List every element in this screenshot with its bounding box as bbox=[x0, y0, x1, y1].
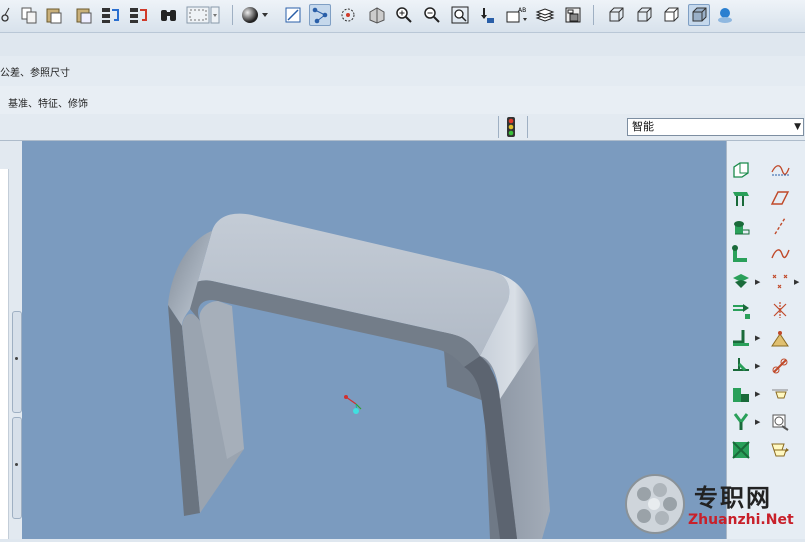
model-tree-panel bbox=[0, 141, 23, 539]
draft-flyout-arrow-icon[interactable]: ▶ bbox=[755, 390, 760, 398]
datum-point-icon[interactable] bbox=[769, 271, 791, 293]
named-views-icon[interactable] bbox=[366, 4, 388, 26]
ribbon-text-datum: 基准、特征、修饰 bbox=[8, 99, 88, 110]
paste-special-icon[interactable] bbox=[73, 4, 95, 26]
datum-point-flyout-arrow-icon[interactable]: ▶ bbox=[794, 278, 799, 286]
chevron-down-icon: ▼ bbox=[794, 122, 801, 132]
blend-icon[interactable] bbox=[730, 271, 752, 293]
find-icon[interactable] bbox=[158, 4, 180, 26]
round-flyout-arrow-icon[interactable]: ▶ bbox=[755, 418, 760, 426]
shading-icon[interactable] bbox=[688, 4, 710, 26]
rib-icon[interactable] bbox=[730, 355, 752, 377]
merge-icon[interactable] bbox=[769, 439, 791, 461]
shading-sphere-icon[interactable] bbox=[240, 4, 270, 26]
cut-icon[interactable] bbox=[0, 4, 16, 26]
main-toolbar: AB bbox=[0, 0, 805, 33]
mirror-icon[interactable] bbox=[769, 355, 791, 377]
extrude-icon[interactable] bbox=[730, 187, 752, 209]
watermark-en-text: Zhuanzhi.Net bbox=[688, 512, 794, 528]
csys-icon[interactable] bbox=[769, 299, 791, 321]
repaint-icon[interactable] bbox=[282, 4, 304, 26]
spin-center-icon[interactable] bbox=[337, 4, 359, 26]
panel-splitter-handle[interactable] bbox=[12, 311, 22, 413]
ribbon-text-tolerance: 公差、参照尺寸 bbox=[0, 68, 70, 79]
blend-flyout-arrow-icon[interactable]: ▶ bbox=[755, 278, 760, 286]
datum-plane-display-icon[interactable] bbox=[769, 187, 791, 209]
zoom-out-icon[interactable] bbox=[421, 4, 443, 26]
regenerate-manager-icon[interactable] bbox=[128, 4, 150, 26]
revolve-icon[interactable] bbox=[730, 215, 752, 237]
traffic-light-icon[interactable] bbox=[505, 117, 517, 140]
selection-filter-dropdown[interactable]: 智能 ▼ bbox=[627, 118, 804, 136]
datum-plane-icon[interactable] bbox=[730, 159, 752, 181]
layers-icon[interactable] bbox=[534, 4, 556, 26]
regenerate-icon[interactable] bbox=[100, 4, 122, 26]
chamfer-icon[interactable] bbox=[730, 439, 752, 461]
ribbon-row-1: 公差、参照尺寸 bbox=[0, 56, 805, 86]
datum-axis-icon[interactable] bbox=[769, 215, 791, 237]
wireframe-icon[interactable] bbox=[605, 4, 627, 26]
graphics-viewport[interactable] bbox=[22, 141, 726, 539]
reorient-icon[interactable] bbox=[476, 4, 498, 26]
annotation-icon[interactable]: AB bbox=[504, 4, 530, 26]
panel-splitter-handle-2[interactable] bbox=[12, 417, 22, 519]
csys-triad-icon bbox=[340, 391, 366, 420]
zoom-in-icon[interactable] bbox=[393, 4, 415, 26]
model-tree-icon[interactable] bbox=[714, 4, 736, 26]
copy-feature-icon[interactable] bbox=[769, 383, 791, 405]
paste-icon[interactable] bbox=[43, 4, 65, 26]
svg-text:AB: AB bbox=[518, 7, 526, 14]
sweep-icon[interactable] bbox=[730, 243, 752, 265]
hole-icon[interactable] bbox=[730, 299, 752, 321]
no-hidden-icon[interactable] bbox=[660, 4, 682, 26]
copy-icon[interactable] bbox=[18, 4, 40, 26]
round-icon[interactable] bbox=[730, 411, 752, 433]
hidden-line-icon[interactable] bbox=[633, 4, 655, 26]
pattern-icon[interactable] bbox=[769, 411, 791, 433]
shell-flyout-arrow-icon[interactable]: ▶ bbox=[755, 334, 760, 342]
shell-icon[interactable] bbox=[730, 327, 752, 349]
sketched-curve-icon[interactable] bbox=[769, 159, 791, 181]
selection-filter-value: 智能 bbox=[632, 120, 654, 133]
orient-icon[interactable] bbox=[309, 4, 331, 26]
analysis-icon[interactable] bbox=[769, 327, 791, 349]
datum-curve-icon[interactable] bbox=[769, 243, 791, 265]
select-box-icon[interactable] bbox=[184, 4, 222, 26]
view-manager-icon[interactable] bbox=[562, 4, 584, 26]
watermark-cn-text: 专职网 bbox=[694, 484, 772, 512]
draft-icon[interactable] bbox=[730, 383, 752, 405]
ribbon-row-2: 基准、特征、修饰 bbox=[0, 86, 805, 114]
rib-flyout-arrow-icon[interactable]: ▶ bbox=[755, 362, 760, 370]
refit-icon[interactable] bbox=[449, 4, 471, 26]
